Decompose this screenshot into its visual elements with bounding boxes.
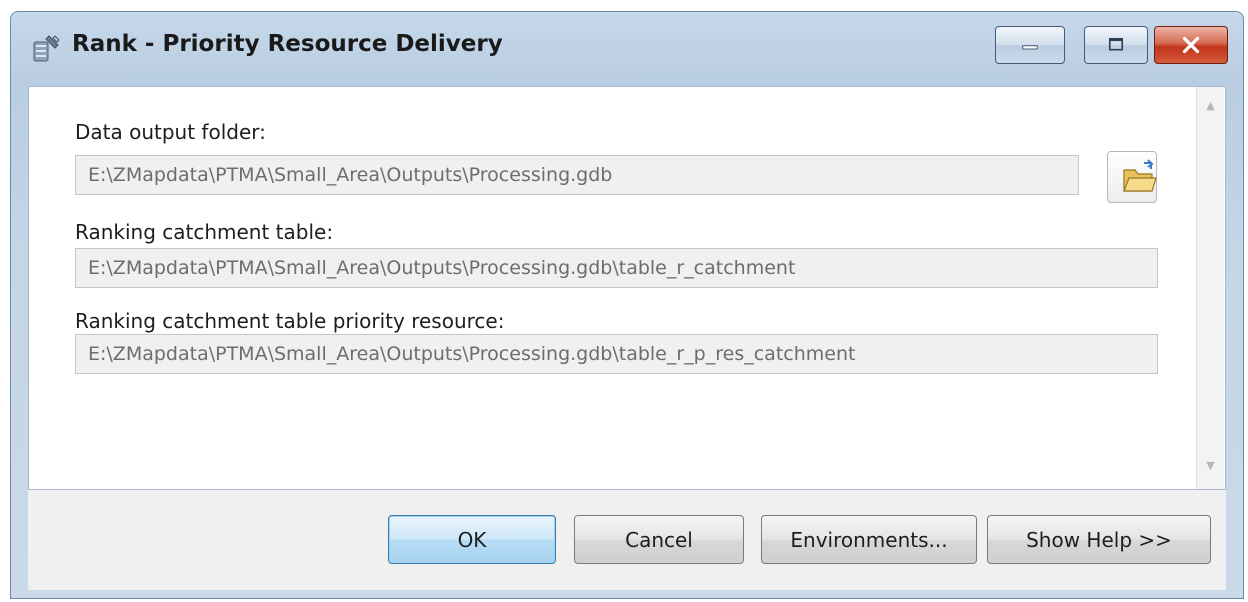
vertical-scrollbar[interactable]: ▲ ▼	[1196, 87, 1224, 489]
scroll-down-arrow-icon[interactable]: ▼	[1197, 455, 1224, 477]
cancel-button[interactable]: Cancel	[574, 515, 744, 564]
maximize-icon	[1108, 37, 1124, 51]
ok-button[interactable]: OK	[388, 515, 556, 564]
maximize-button[interactable]	[1084, 26, 1148, 64]
ranking-catchment-table-field[interactable]: E:\ZMapdata\PTMA\Small_Area\Outputs\Proc…	[75, 248, 1158, 288]
minimize-icon	[1022, 45, 1038, 50]
environments-button[interactable]: Environments...	[761, 515, 977, 564]
ranking-priority-resource-field[interactable]: E:\ZMapdata\PTMA\Small_Area\Outputs\Proc…	[75, 334, 1158, 374]
window-title: Rank - Priority Resource Delivery	[72, 31, 503, 57]
data-output-folder-label: Data output folder:	[75, 120, 266, 144]
data-output-folder-field[interactable]: E:\ZMapdata\PTMA\Small_Area\Outputs\Proc…	[75, 155, 1079, 195]
open-folder-icon	[1123, 159, 1157, 192]
show-help-button[interactable]: Show Help >>	[987, 515, 1211, 564]
close-icon	[1182, 36, 1200, 54]
toolbox-script-icon	[33, 35, 60, 62]
close-button[interactable]	[1154, 26, 1228, 64]
browse-folder-button[interactable]	[1107, 151, 1157, 203]
minimize-button[interactable]	[995, 26, 1065, 64]
scroll-up-arrow-icon[interactable]: ▲	[1197, 95, 1224, 117]
ranking-catchment-table-label: Ranking catchment table:	[75, 220, 334, 244]
ranking-priority-resource-label: Ranking catchment table priority resourc…	[75, 309, 505, 333]
parameters-panel	[28, 86, 1226, 490]
